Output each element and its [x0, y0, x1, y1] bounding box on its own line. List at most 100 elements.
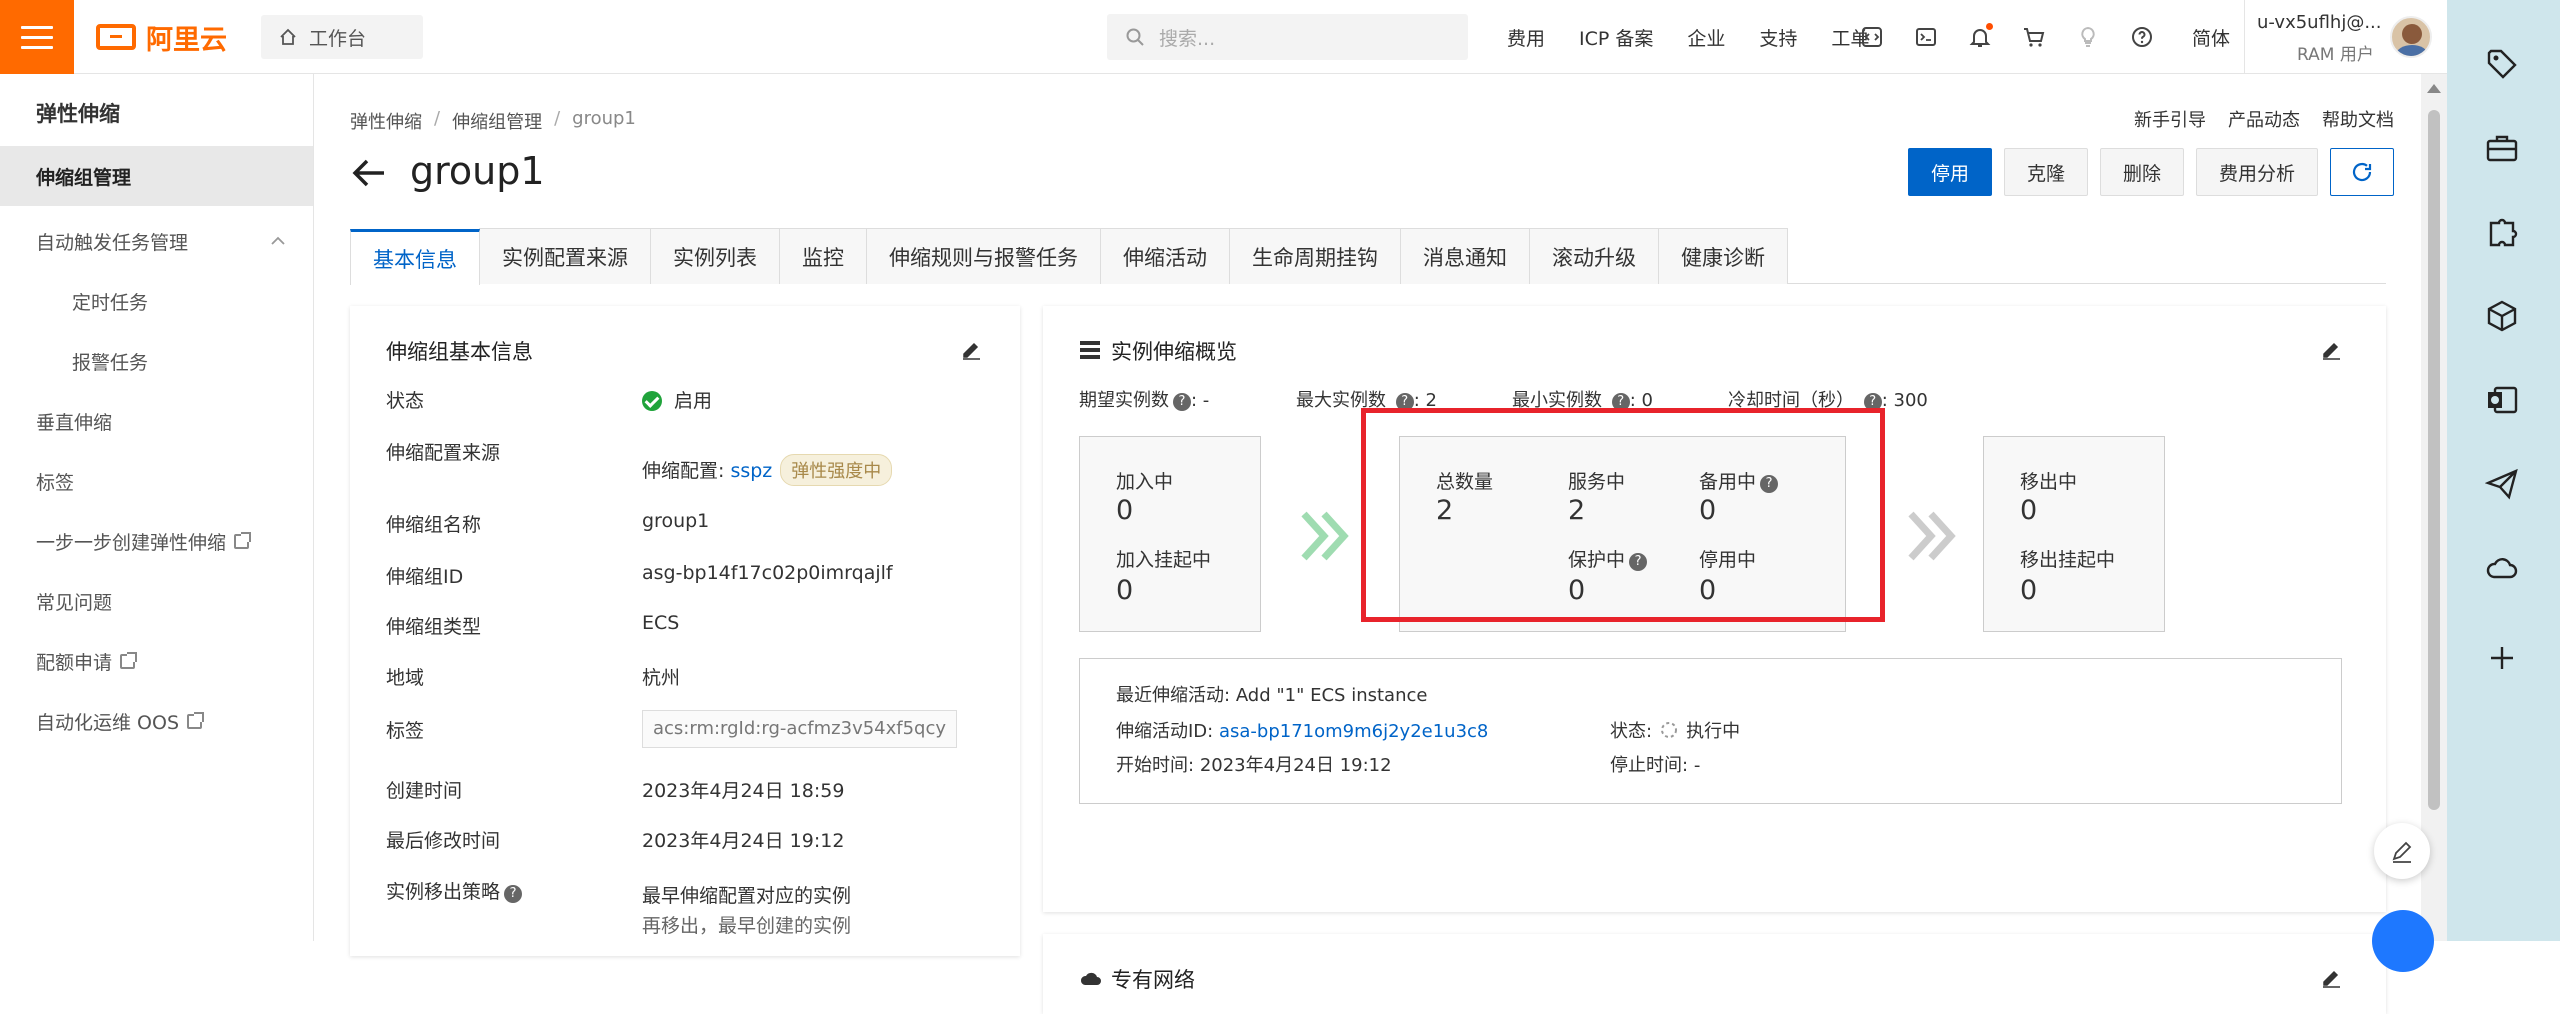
breadcrumb-item[interactable]: 弹性伸缩 — [350, 108, 422, 134]
disable-button[interactable]: 停用 — [1907, 148, 1992, 196]
sidebar-item-label: 垂直伸缩 — [36, 411, 113, 434]
bell-icon[interactable] — [1966, 23, 1994, 51]
tab-lifecycle-hooks[interactable]: 生命周期挂钩 — [1229, 228, 1401, 284]
help-icon[interactable]: ? — [1173, 393, 1191, 411]
feedback-button[interactable] — [2374, 823, 2430, 879]
activity-start: 开始时间: 2023年4月24日 19:12 — [1116, 751, 1392, 777]
send-icon[interactable] — [2482, 464, 2522, 504]
vpc-card: 专有网络 — [1043, 934, 2386, 1014]
sidebar-item-alarm-tasks[interactable]: 报警任务 — [0, 331, 313, 391]
status-text: 启用 — [674, 390, 713, 412]
activity-id-link[interactable]: asa-bp171om9m6j2y2e1u3c8 — [1219, 721, 1488, 742]
group-name-label: 伸缩组名称 — [386, 514, 482, 536]
help-icon[interactable] — [2128, 23, 2156, 51]
resource-group-tag[interactable]: acs:rm:rgId:rg-acfmz3v54xf5qcy — [642, 710, 958, 748]
removal-policy-value-2: 再移出，最早创建的实例 — [642, 915, 852, 937]
page-title: group1 — [410, 149, 545, 193]
help-docs-link[interactable]: 帮助文档 — [2322, 106, 2394, 132]
region-label: 地域 — [386, 667, 425, 689]
nav-enterprise[interactable]: 企业 — [1687, 24, 1725, 51]
sidebar-item-faq[interactable]: 常见问题 — [0, 571, 313, 631]
status-value: 启用 — [642, 386, 712, 413]
search-input[interactable]: 搜索... — [1107, 14, 1468, 60]
nav-cost[interactable]: 费用 — [1507, 24, 1545, 51]
tab-activities[interactable]: 伸缩活动 — [1100, 228, 1230, 284]
sidebar-item-group-management[interactable]: 伸缩组管理 — [0, 146, 313, 206]
breadcrumb-item[interactable]: 伸缩组管理 — [452, 108, 542, 134]
config-link[interactable]: sspz — [730, 460, 772, 482]
sidebar-item-vertical-scaling[interactable]: 垂直伸缩 — [0, 391, 313, 451]
workbench-button[interactable]: 工作台 — [261, 15, 423, 59]
config-tag: 弹性强度中 — [780, 454, 893, 486]
external-link-icon — [120, 651, 138, 669]
activity-status-label: 状态: — [1610, 721, 1653, 742]
sidebar-item-label: 报警任务 — [72, 351, 149, 374]
sidebar-item-label: 配额申请 — [36, 651, 113, 674]
tab-instance-config[interactable]: 实例配置来源 — [479, 228, 651, 284]
edit-icon[interactable] — [2320, 338, 2342, 360]
scrollbar[interactable] — [2421, 74, 2447, 941]
join-hook-label: 加入挂起中 — [1116, 549, 1212, 571]
nav-icp[interactable]: ICP 备案 — [1579, 24, 1653, 51]
delete-button[interactable]: 删除 — [2099, 148, 2184, 196]
scroll-up-arrow[interactable] — [2427, 84, 2441, 93]
activity-stop-label: 停止时间: — [1610, 755, 1689, 776]
group-id-label: 伸缩组ID — [386, 566, 464, 588]
joining-box: 加入中 0 加入挂起中 0 — [1079, 436, 1261, 632]
activity-id: 伸缩活动ID: asa-bp171om9m6j2y2e1u3c8 — [1116, 717, 1488, 743]
avatar[interactable] — [2390, 16, 2432, 58]
sidebar-item-quota[interactable]: 配额申请 — [0, 631, 313, 691]
product-news-link[interactable]: 产品动态 — [2228, 106, 2300, 132]
tab-instance-list[interactable]: 实例列表 — [650, 228, 780, 284]
toolbox-icon[interactable] — [2482, 128, 2522, 168]
refresh-icon — [2352, 162, 2372, 182]
action-bar: 停用 克隆 删除 费用分析 — [1907, 148, 2394, 196]
tag-label: 标签 — [386, 720, 425, 742]
recent-activity-value: Add "1" ECS instance — [1235, 685, 1428, 706]
cart-icon[interactable] — [2020, 23, 2048, 51]
back-arrow-icon[interactable] — [350, 154, 388, 192]
code-icon[interactable] — [1858, 23, 1886, 51]
add-icon[interactable] — [2482, 638, 2522, 678]
tab-rules-alarms[interactable]: 伸缩规则与报警任务 — [866, 228, 1101, 284]
sidebar-item-label: 一步一步创建弹性伸缩 — [36, 531, 227, 554]
sidebar-item-auto-tasks[interactable]: 自动触发任务管理 — [0, 211, 313, 271]
menu-button[interactable] — [0, 0, 74, 74]
top-nav: 费用 ICP 备案 企业 支持 工单 — [1490, 0, 1886, 74]
refresh-button[interactable] — [2330, 148, 2394, 196]
assistant-button[interactable] — [2372, 910, 2434, 972]
region-value: 杭州 — [642, 667, 681, 689]
cube-icon[interactable] — [2482, 296, 2522, 336]
tab-notifications[interactable]: 消息通知 — [1400, 228, 1530, 284]
tag-icon[interactable] — [2482, 44, 2522, 84]
lightbulb-icon[interactable] — [2074, 23, 2102, 51]
cloud-icon — [1080, 972, 1101, 985]
aliyun-logo[interactable]: 阿里云 — [96, 20, 227, 56]
cost-analysis-button[interactable]: 费用分析 — [2195, 148, 2318, 196]
user-menu[interactable]: u-vx5uflhj@... RAM 用户 — [2244, 0, 2447, 74]
edit-icon[interactable] — [2320, 966, 2342, 988]
puzzle-icon[interactable] — [2482, 212, 2522, 252]
terminal-icon[interactable] — [1912, 23, 1940, 51]
tab-monitoring[interactable]: 监控 — [779, 228, 867, 284]
outlook-icon[interactable] — [2482, 380, 2522, 420]
guide-link[interactable]: 新手引导 — [2134, 106, 2206, 132]
nav-support[interactable]: 支持 — [1759, 24, 1797, 51]
recent-activity-label: 最近伸缩活动: — [1116, 685, 1231, 706]
sidebar-item-tags[interactable]: 标签 — [0, 451, 313, 511]
tab-health-diagnosis[interactable]: 健康诊断 — [1658, 228, 1788, 284]
sidebar-item-scheduled-tasks[interactable]: 定时任务 — [0, 271, 313, 331]
edit-icon[interactable] — [960, 338, 982, 360]
sidebar-item-step-by-step[interactable]: 一步一步创建弹性伸缩 — [0, 511, 313, 571]
tag-value-box: acs:rm:rgId:rg-acfmz3v54xf5qcy — [642, 710, 958, 748]
scroll-thumb[interactable] — [2428, 110, 2440, 810]
language-switch[interactable]: 简体 — [2192, 24, 2230, 51]
help-icon[interactable]: ? — [504, 885, 523, 903]
sidebar-item-oos[interactable]: 自动化运维 OOS — [0, 691, 313, 751]
tab-rolling-update[interactable]: 滚动升级 — [1529, 228, 1659, 284]
cloud-icon[interactable] — [2482, 548, 2522, 588]
clone-button[interactable]: 克隆 — [2003, 148, 2088, 196]
pencil-icon — [2392, 841, 2412, 863]
tab-basic-info[interactable]: 基本信息 — [350, 229, 480, 285]
highlight-annotation — [1361, 408, 1885, 622]
